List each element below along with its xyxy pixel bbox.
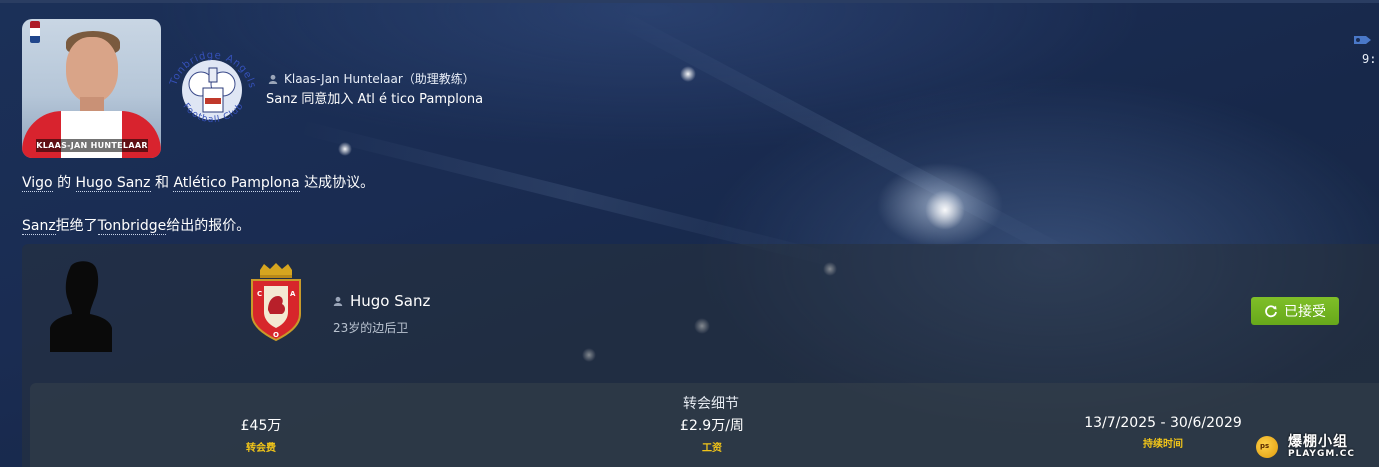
- news-headline: Sanz 同意加入 Atl é tico Pamplona: [266, 92, 484, 107]
- club-link-tonbridge[interactable]: Tonbridge: [97, 218, 167, 235]
- club-link-atletico-pamplona[interactable]: Atlético Pamplona: [173, 175, 300, 192]
- player-description: 23岁的边后卫: [333, 321, 409, 335]
- contract-duration-label: 持续时间: [1143, 439, 1183, 450]
- staff-avatar[interactable]: KLAAS-JAN HUNTELAAR: [22, 19, 161, 158]
- player-silhouette-icon[interactable]: [48, 258, 114, 352]
- accepted-status-label: 已接受: [1284, 304, 1326, 320]
- watermark-title: 爆棚小组: [1288, 434, 1348, 450]
- wage: £2.9万/周 工资: [612, 415, 812, 454]
- person-icon: [268, 74, 278, 84]
- watermark-subtitle: PLAYGM.CC: [1288, 449, 1355, 459]
- player-name[interactable]: Hugo Sanz: [350, 292, 430, 310]
- transfer-fee-value: £45万: [240, 418, 282, 434]
- nationality-flag-icon: [30, 21, 40, 43]
- staff-person-line: Klaas-Jan Huntelaar（助理教练）: [268, 70, 475, 87]
- svg-text:A: A: [290, 290, 296, 298]
- avatar-nameplate: KLAAS-JAN HUNTELAAR: [36, 139, 148, 152]
- news-time: 9:: [1362, 52, 1377, 66]
- wage-label: 工资: [702, 443, 722, 454]
- wage-value: £2.9万/周: [680, 418, 744, 434]
- osasuna-club-badge-icon[interactable]: C A O: [248, 262, 304, 342]
- news-text: 给出的报价。: [166, 218, 251, 234]
- news-text: 达成协议。: [299, 175, 375, 191]
- light-flare: [680, 66, 696, 82]
- contract-duration-value: 13/7/2025 - 30/6/2029: [1084, 415, 1242, 431]
- news-text: 拒绝了: [55, 218, 98, 234]
- news-text: 的: [52, 175, 76, 191]
- svg-text:O: O: [273, 331, 279, 339]
- player-link-hugo-sanz[interactable]: Hugo Sanz: [75, 175, 151, 192]
- staff-name[interactable]: Klaas-Jan Huntelaar（助理教练）: [284, 70, 475, 87]
- top-border: [0, 0, 1379, 3]
- watermark-badge: ps: [1260, 442, 1270, 450]
- refresh-icon: [1265, 305, 1277, 318]
- site-watermark: ps 爆棚小组 PLAYGM.CC: [1248, 430, 1374, 464]
- news-line-agreement: Vigo 的 Hugo Sanz 和 Atlético Pamplona 达成协…: [22, 172, 374, 192]
- player-name-row: Hugo Sanz: [333, 292, 430, 310]
- message-tag-icon[interactable]: [1352, 33, 1374, 47]
- avatar-face: [66, 37, 118, 103]
- accepted-status-button[interactable]: 已接受: [1251, 297, 1339, 325]
- news-line-rejection: Sanz拒绝了Tonbridge给出的报价。: [22, 215, 250, 235]
- club-link-vigo[interactable]: Vigo: [22, 175, 53, 192]
- tonbridge-club-badge-icon[interactable]: Tonbridge Angels Football Club: [165, 38, 260, 138]
- player-link-sanz[interactable]: Sanz: [22, 218, 56, 235]
- contract-duration: 13/7/2025 - 30/6/2029 持续时间: [1063, 415, 1263, 450]
- transfer-fee: £45万 转会费: [161, 415, 361, 454]
- svg-text:C: C: [257, 290, 262, 298]
- news-text: 和: [150, 175, 174, 191]
- person-icon: [333, 296, 343, 306]
- transfer-details-title: 转会细节: [683, 396, 739, 412]
- transfer-fee-label: 转会费: [246, 443, 276, 454]
